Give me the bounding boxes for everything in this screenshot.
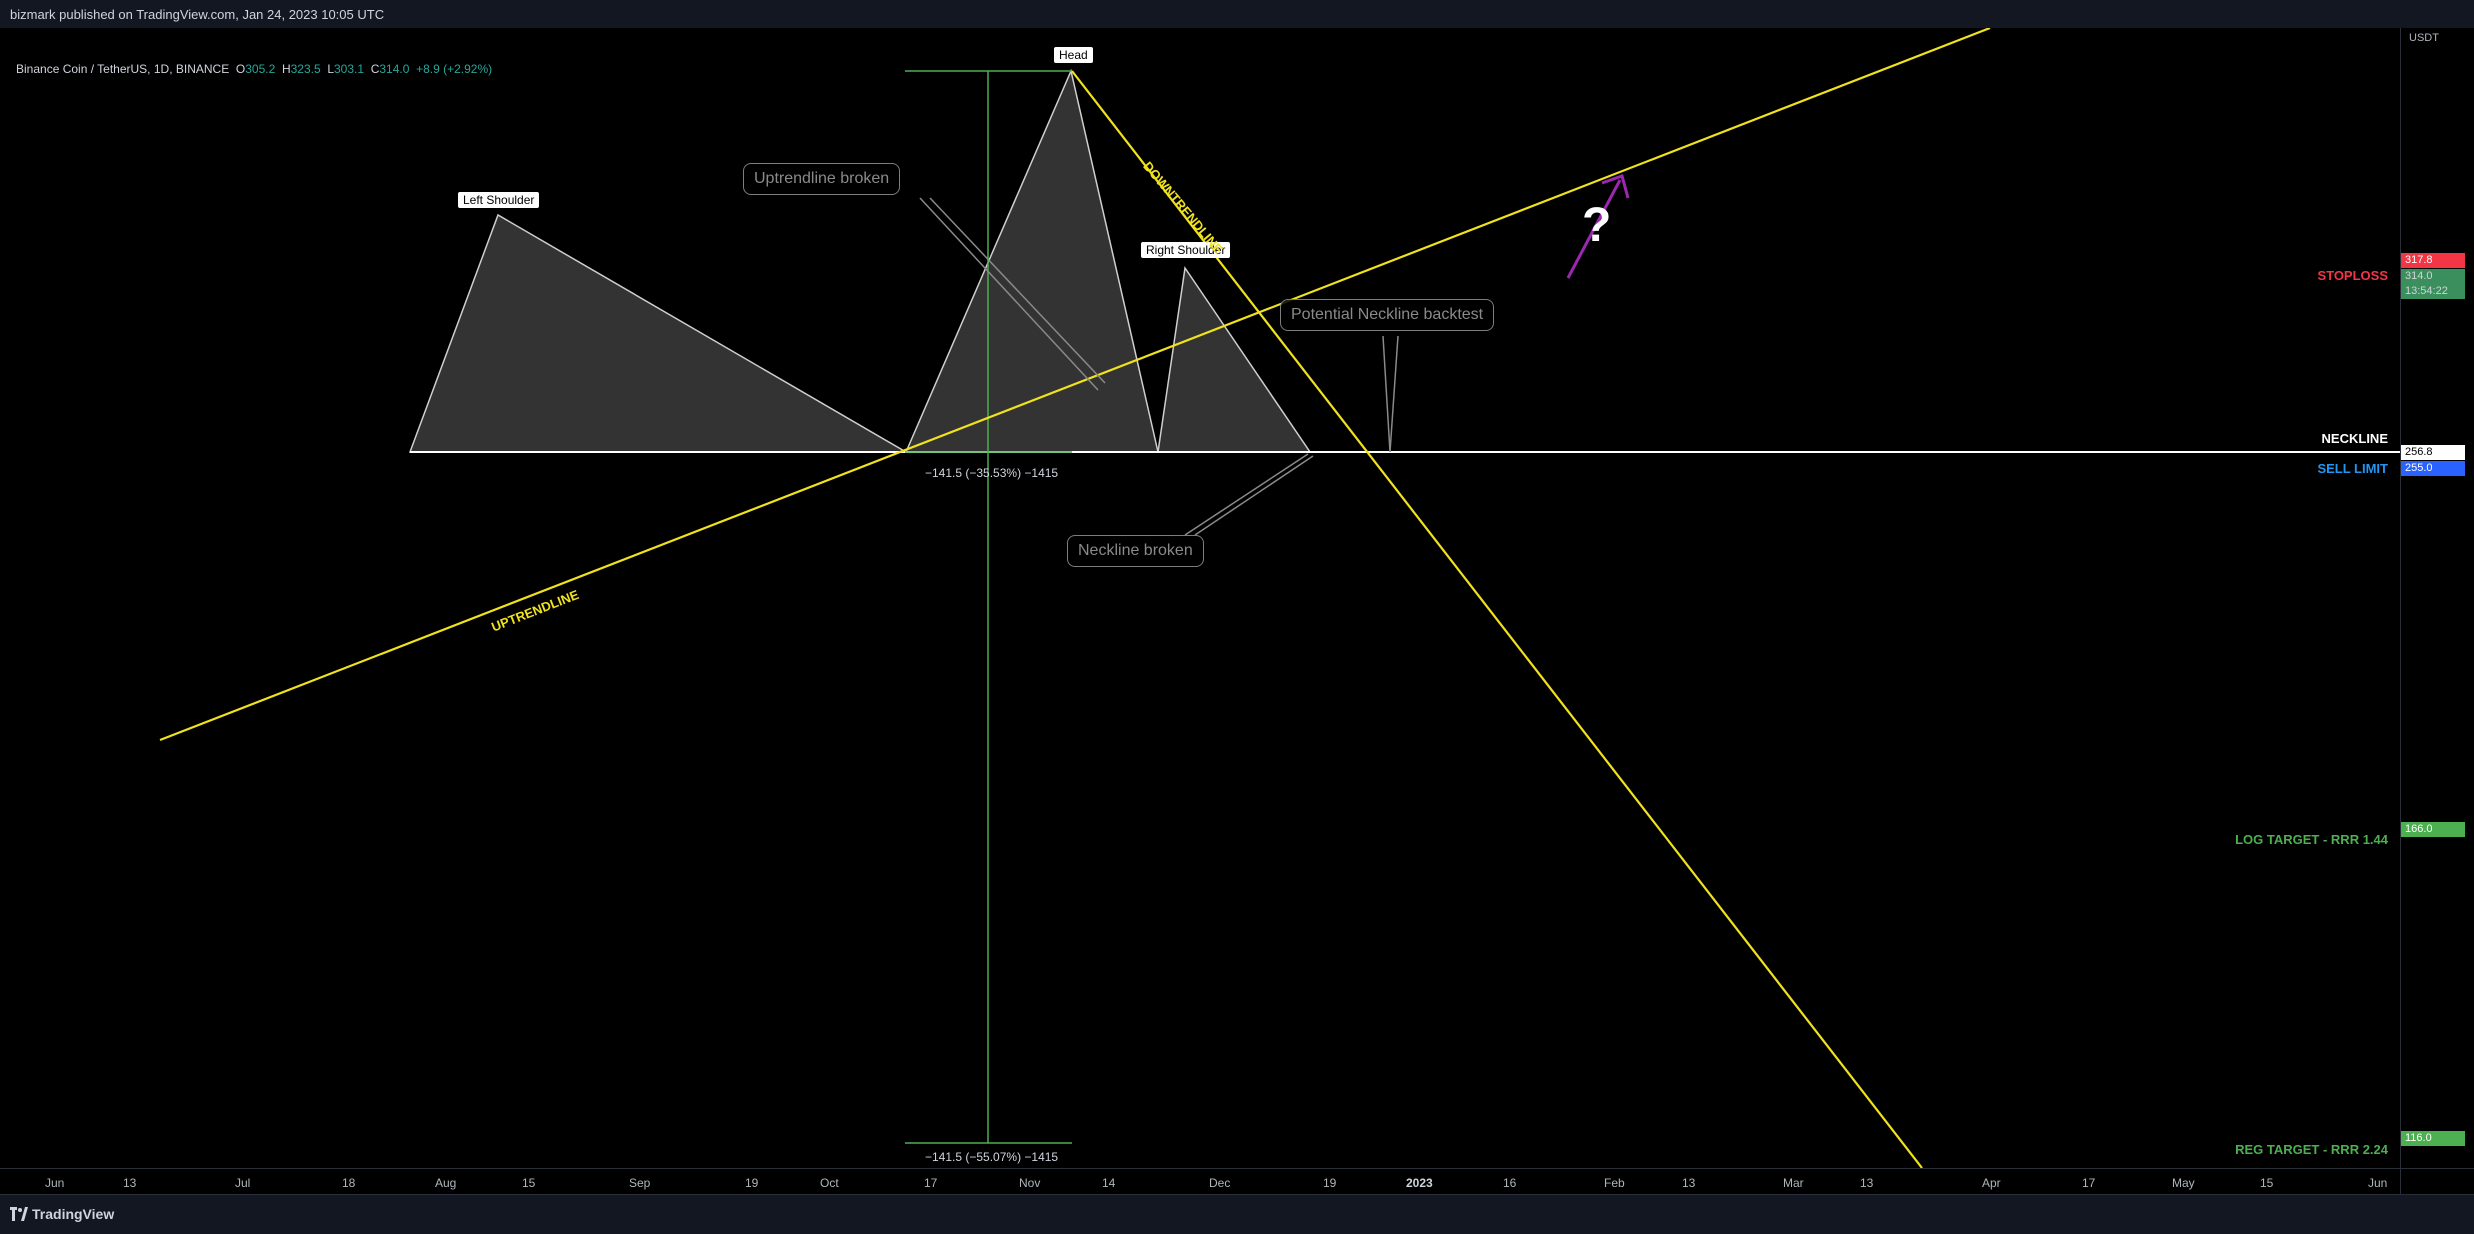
time-tick-label: 16 <box>1503 1176 1517 1190</box>
publisher-bar: bizmark published on TradingView.com, Ja… <box>0 0 2474 29</box>
tradingview-logo-icon <box>10 1207 28 1221</box>
currency-label: USDT <box>2409 32 2439 44</box>
time-tick-label: Oct <box>820 1176 839 1190</box>
time-tick-label: Dec <box>1209 1176 1231 1190</box>
reg-target-label: REG TARGET - RRR 2.24 <box>2235 1142 2388 1157</box>
head-label[interactable]: Head <box>1054 47 1093 63</box>
time-tick-label: 2023 <box>1406 1176 1433 1190</box>
time-tick-label: 19 <box>1323 1176 1337 1190</box>
time-axis[interactable]: Jun 13 Jul 18 Aug 15 Sep 19 Oct 17 Nov 14 Dec 19 2023 1… <box>0 1168 2400 1195</box>
neckline-callout-pointer-2 <box>1184 453 1309 536</box>
time-tick-label: Aug <box>435 1176 457 1190</box>
open-value: 305.2 <box>245 62 276 76</box>
projection-measure: −141.5 (−55.07%) −1415 <box>925 1150 1059 1164</box>
symbol-name[interactable]: Binance Coin / TetherUS, 1D, BINANCE <box>16 62 229 76</box>
low-label: L <box>327 62 334 76</box>
uptrendline-broken-callout[interactable]: Uptrendline broken <box>743 163 901 195</box>
neckline-backtest-callout[interactable]: Potential Neckline backtest <box>1280 299 1495 331</box>
high-value: 323.5 <box>290 62 321 76</box>
time-tick-label: Feb <box>1604 1176 1625 1190</box>
close-value: 314.0 <box>379 62 410 76</box>
price-chart[interactable] <box>0 26 2400 1169</box>
time-tick-label: 17 <box>2082 1176 2096 1190</box>
time-tick-label: Jun <box>2368 1176 2388 1190</box>
time-tick-label: 18 <box>342 1176 356 1190</box>
footer-bar: TradingView <box>0 1194 2474 1234</box>
symbol-legend[interactable]: Binance Coin / TetherUS, 1D, BINANCE O30… <box>16 62 492 76</box>
time-tick-label: 17 <box>924 1176 938 1190</box>
sell-limit-price-badge: 255.0 <box>2401 461 2465 476</box>
question-mark: ? <box>1582 199 1612 252</box>
stoploss-price-badge: 317.8 <box>2401 253 2465 268</box>
sell-limit-label: SELL LIMIT <box>2317 461 2388 476</box>
time-tick-label: 19 <box>745 1176 759 1190</box>
bar-countdown: 13:54:22 <box>2405 285 2448 297</box>
chart-area[interactable]: Binance Coin / TetherUS, 1D, BINANCE O30… <box>0 26 2400 1169</box>
price-axis[interactable]: USDT 390.0370.0350.0330.0300.0290.0280.0… <box>2400 28 2474 1168</box>
time-tick-label: 15 <box>522 1176 536 1190</box>
left-shoulder-triangle <box>408 213 909 453</box>
time-tick-label: 13 <box>1682 1176 1696 1190</box>
high-label: H <box>281 62 291 76</box>
neckline-price-badge: 256.8 <box>2401 445 2465 460</box>
neckline-broken-callout[interactable]: Neckline broken <box>1067 535 1204 567</box>
time-tick-label: Sep <box>629 1176 651 1190</box>
time-tick-label: 14 <box>1102 1176 1116 1190</box>
time-tick-label: Apr <box>1982 1176 2001 1190</box>
change-value: +8.9 (+2.92%) <box>416 62 493 76</box>
stoploss-label: STOPLOSS <box>2317 268 2388 283</box>
axis-corner <box>2400 1168 2474 1195</box>
time-tick-label: Jun <box>45 1176 65 1190</box>
time-tick-label: Nov <box>1019 1176 1041 1190</box>
tradingview-app: bizmark published on TradingView.com, Ja… <box>0 0 2474 1234</box>
log-target-label: LOG TARGET - RRR 1.44 <box>2235 832 2388 847</box>
neckline-callout-pointer <box>1194 455 1314 536</box>
head-triangle <box>904 68 1159 453</box>
reg-target-price-badge: 116.0 <box>2401 1131 2465 1146</box>
time-tick-label: 13 <box>1860 1176 1874 1190</box>
time-tick-label: May <box>2172 1176 2195 1190</box>
time-tick-label: 13 <box>123 1176 137 1190</box>
time-tick-label: 15 <box>2260 1176 2274 1190</box>
right-shoulder-triangle <box>1157 265 1312 453</box>
tradingview-brand: TradingView <box>32 1206 115 1222</box>
open-label: O <box>235 62 246 76</box>
current-price-badge: 314.0 13:54:22 <box>2401 269 2465 299</box>
current-price: 314.0 <box>2405 270 2433 282</box>
neckline-label: NECKLINE <box>2321 431 2388 446</box>
time-tick-label: Jul <box>235 1176 251 1190</box>
left-shoulder-label[interactable]: Left Shoulder <box>458 192 540 208</box>
log-target-price-badge: 166.0 <box>2401 822 2465 837</box>
backtest-callout-pointer <box>1382 335 1399 453</box>
publisher-text: bizmark published on TradingView.com, Ja… <box>10 7 385 22</box>
low-value: 303.1 <box>334 62 365 76</box>
pattern-height-measure: −141.5 (−35.53%) −1415 <box>925 466 1059 480</box>
time-tick-label: Mar <box>1783 1176 1804 1190</box>
